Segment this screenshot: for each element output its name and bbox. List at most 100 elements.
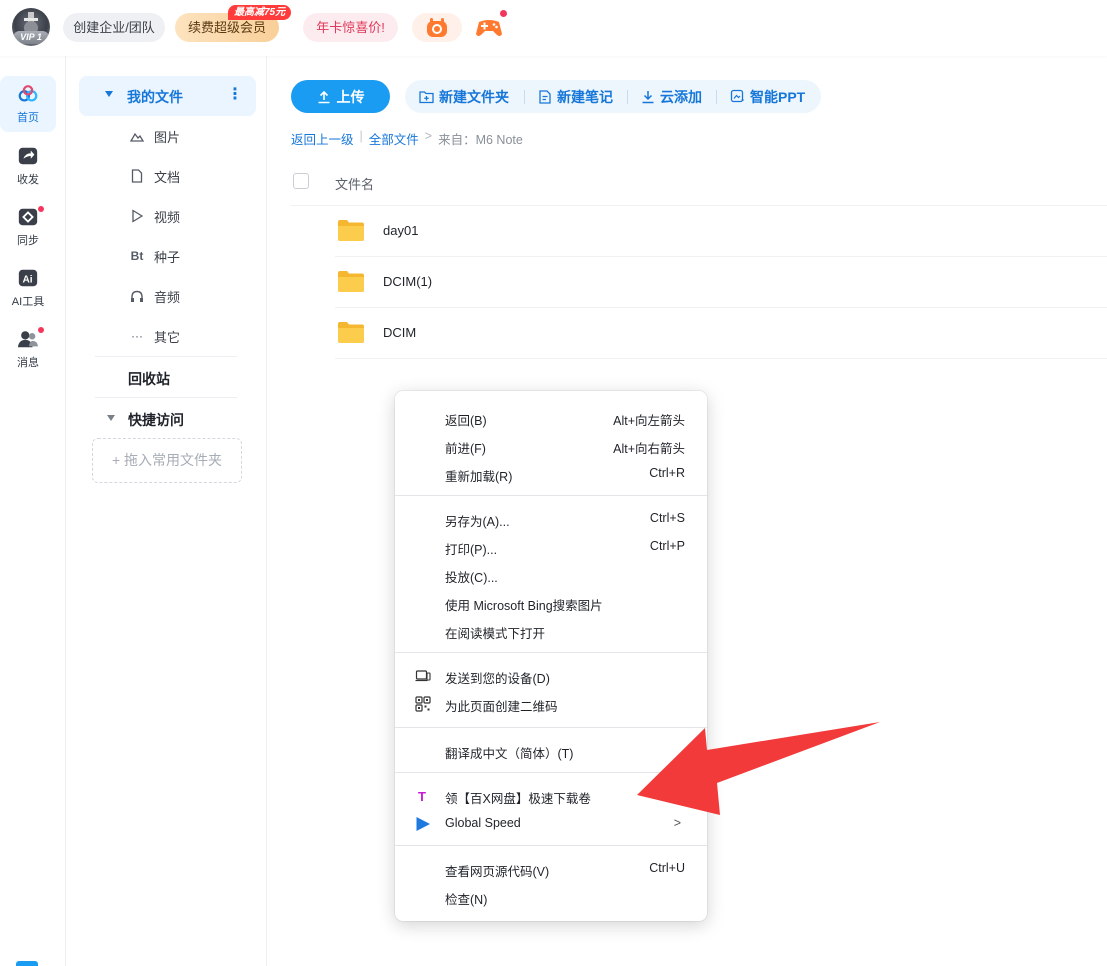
- toolbar-divider: [524, 90, 525, 104]
- upload-icon: [318, 90, 329, 103]
- message-icon: [17, 331, 39, 348]
- menu-item-forward[interactable]: 前进(F) Alt+向右箭头: [395, 432, 707, 460]
- tree-item-bt[interactable]: Bt 种子: [127, 246, 180, 266]
- tree-item-images[interactable]: 图片: [127, 126, 180, 146]
- new-note-button[interactable]: 新建笔记: [538, 80, 613, 113]
- tree-item-label: 图片: [154, 129, 181, 145]
- rail-item-share[interactable]: 收发: [0, 138, 56, 194]
- menu-item-bing-image-search[interactable]: 使用 Microsoft Bing搜索图片: [395, 589, 707, 617]
- toolbar-actions: 新建文件夹 新建笔记 云添加 智能PPT: [405, 80, 821, 113]
- menu-item-label: 查看网页源代码(V): [445, 865, 550, 879]
- menu-item-label: 使用 Microsoft Bing搜索图片: [445, 599, 603, 613]
- rail-label-share: 收发: [17, 174, 39, 186]
- tree-divider: [95, 356, 237, 357]
- column-filename[interactable]: 文件名: [335, 174, 374, 193]
- file-list-header: 文件名: [291, 168, 1107, 206]
- tree-item-video[interactable]: 视频: [127, 206, 180, 226]
- menu-item-print[interactable]: 打印(P)... Ctrl+P: [395, 533, 707, 561]
- rail-item-message[interactable]: 消息: [0, 321, 56, 377]
- avatar[interactable]: VIP 1: [12, 8, 50, 46]
- image-icon: [127, 130, 147, 142]
- file-name[interactable]: DCIM: [383, 325, 416, 340]
- menu-item-label: 打印(P)...: [445, 543, 498, 557]
- file-name[interactable]: day01: [383, 223, 418, 238]
- vip-badge: VIP 1: [13, 31, 49, 44]
- rail-label-home: 首页: [17, 112, 39, 124]
- new-folder-label: 新建文件夹: [439, 88, 509, 105]
- home-cloud-icon: [18, 85, 38, 102]
- create-team-button[interactable]: 创建企业/团队: [63, 13, 165, 42]
- more-icon: ···: [131, 329, 143, 343]
- menu-separator: [395, 845, 707, 846]
- menu-separator: [395, 495, 707, 496]
- file-row[interactable]: DCIM: [335, 308, 1107, 359]
- tree-quick-access[interactable]: 快捷访问: [128, 410, 184, 430]
- share-icon: [18, 147, 38, 165]
- file-name[interactable]: DCIM(1): [383, 274, 432, 289]
- tree-item-label: 视频: [154, 209, 181, 225]
- new-folder-icon: [419, 90, 434, 103]
- sync-dot: [38, 206, 44, 212]
- select-all-checkbox[interactable]: [293, 173, 309, 189]
- menu-item-shortcut: Alt+向右箭头: [613, 442, 685, 456]
- file-row[interactable]: DCIM(1): [335, 257, 1107, 308]
- file-row[interactable]: day01: [335, 206, 1107, 257]
- toolbar-divider: [716, 90, 717, 104]
- gamepad-icon[interactable]: [474, 14, 504, 40]
- rail-item-ai[interactable]: Ai AI工具: [0, 260, 56, 316]
- menu-item-back[interactable]: 返回(B) Alt+向左箭头: [395, 404, 707, 432]
- smart-ppt-button[interactable]: 智能PPT: [730, 80, 805, 113]
- tree-item-label: 音频: [154, 289, 181, 305]
- tree-my-files[interactable]: 我的文件 ⋮: [79, 76, 256, 116]
- tree-item-label: 其它: [154, 329, 181, 345]
- folder-icon: [338, 271, 364, 292]
- menu-item-cast[interactable]: 投放(C)...: [395, 561, 707, 589]
- toolbar-divider: [627, 90, 628, 104]
- left-rail: 首页 收发 同步 Ai AI工具 消息: [0, 56, 66, 966]
- menu-item-save-as[interactable]: 另存为(A)... Ctrl+S: [395, 505, 707, 533]
- year-card-button[interactable]: 年卡惊喜价!: [303, 13, 398, 42]
- menu-item-view-source[interactable]: 查看网页源代码(V) Ctrl+U: [395, 855, 707, 883]
- menu-item-send-to-device[interactable]: 发送到您的设备(D): [395, 662, 707, 690]
- menu-item-reload[interactable]: 重新加载(R) Ctrl+R: [395, 460, 707, 488]
- menu-item-inspect[interactable]: 检查(N): [395, 883, 707, 911]
- menu-item-shortcut: Ctrl+P: [649, 539, 685, 553]
- breadcrumb-current: 来自：M6 Note: [438, 133, 523, 147]
- menu-item-shortcut: Ctrl+R: [649, 466, 685, 480]
- qrcode-icon: [415, 696, 431, 712]
- menu-item-label: 检查(N): [445, 893, 488, 907]
- new-folder-button[interactable]: 新建文件夹: [419, 80, 509, 113]
- menu-item-label: 翻译成中文（简体）(T): [445, 747, 574, 761]
- expand-caret-icon[interactable]: [107, 415, 115, 421]
- menu-item-label: 为此页面创建二维码: [445, 700, 558, 714]
- svg-text:Ai: Ai: [23, 275, 33, 286]
- tree-item-audio[interactable]: 音频: [127, 286, 180, 306]
- message-dot: [38, 327, 44, 333]
- rail-item-sync[interactable]: 同步: [0, 199, 56, 255]
- camera-app-button[interactable]: [412, 13, 462, 42]
- tree-item-docs[interactable]: 文档: [127, 166, 180, 186]
- more-vertical-icon[interactable]: ⋮: [227, 86, 243, 104]
- ppt-icon: [730, 89, 744, 103]
- cloud-add-button[interactable]: 云添加: [641, 80, 702, 113]
- video-icon: [127, 209, 147, 223]
- expand-caret-icon: [105, 91, 113, 97]
- tree-item-other[interactable]: ··· 其它: [127, 326, 180, 346]
- menu-item-label: 领【百X网盘】极速下载卷: [445, 792, 591, 806]
- tree-recycle-bin[interactable]: 回收站: [128, 369, 170, 389]
- breadcrumb-back[interactable]: 返回上一级: [291, 129, 354, 148]
- bt-icon: Bt: [130, 249, 144, 263]
- menu-item-label: 前进(F): [445, 442, 486, 456]
- menu-item-reading-mode[interactable]: 在阅读模式下打开: [395, 617, 707, 645]
- camera-app-icon: [427, 17, 447, 37]
- new-note-label: 新建笔记: [557, 88, 613, 105]
- device-icon: [415, 670, 431, 682]
- breadcrumb: 返回上一级 | 全部文件 > 来自：M6 Note: [291, 129, 523, 148]
- rail-item-home[interactable]: 首页: [0, 76, 56, 132]
- tree-item-label: 种子: [154, 249, 181, 265]
- menu-item-qr-code[interactable]: 为此页面创建二维码: [395, 690, 707, 718]
- breadcrumb-all-files[interactable]: 全部文件: [369, 129, 419, 148]
- quick-access-drop-zone[interactable]: + 拖入常用文件夹: [92, 438, 242, 483]
- upload-button[interactable]: 上传: [291, 80, 390, 113]
- rail-bottom-icon[interactable]: [16, 961, 38, 966]
